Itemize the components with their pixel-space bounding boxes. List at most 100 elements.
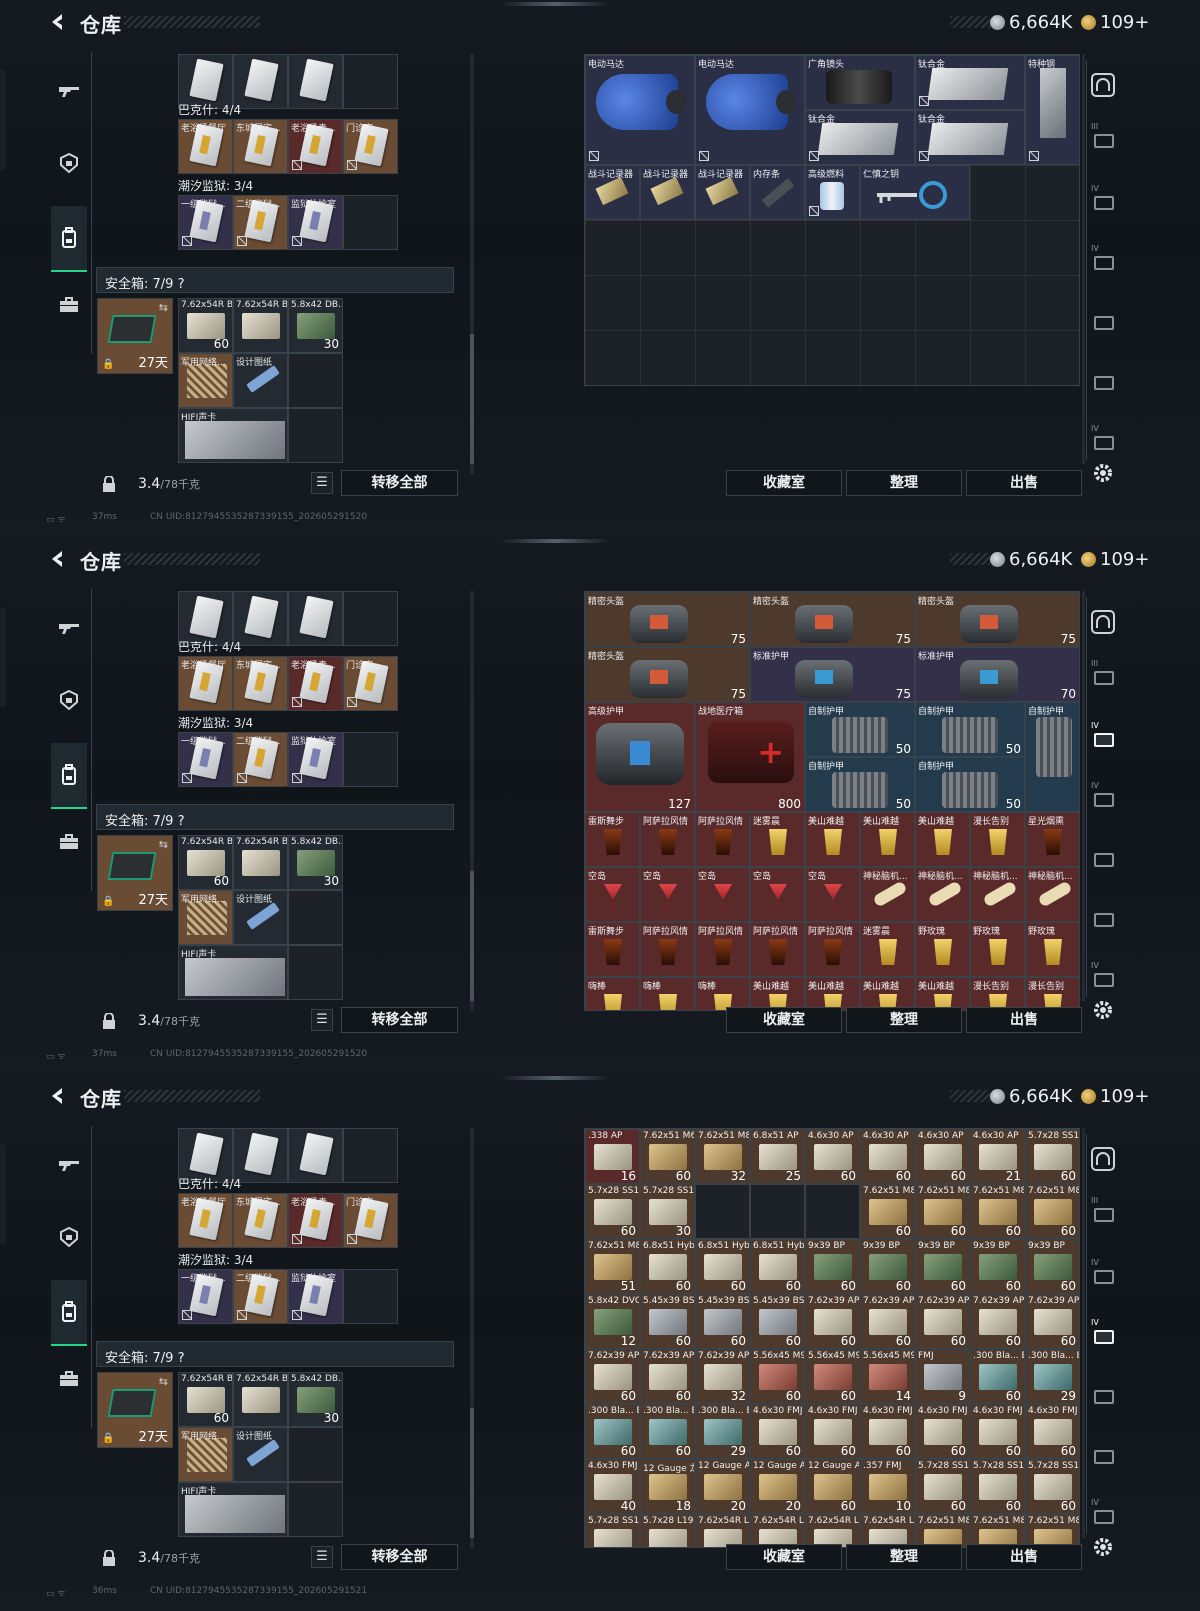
ammo-item[interactable]: 5.56x45 M99560 [750, 1349, 805, 1404]
backpack-nav-icon[interactable] [51, 1280, 87, 1346]
sound-card-cell[interactable]: HIFI声卡 [178, 945, 288, 1000]
stash-tab-5[interactable] [1091, 310, 1117, 336]
ammo-cell[interactable]: 7.62x54R B... [233, 835, 288, 890]
safe-box-item[interactable]: ⇆ 🔒 27天 [97, 1372, 173, 1448]
ammo-item[interactable]: 7.62x51 M80 [970, 1514, 1025, 1547]
stash-tab-5[interactable] [1091, 847, 1117, 873]
keycard-cell[interactable]: 一级监狱... [178, 1269, 233, 1324]
keycard-cell[interactable]: 东城展宅... [233, 656, 288, 711]
ammo-item[interactable]: 7.62x39 AP 60 [915, 1294, 970, 1349]
collection-room-button[interactable]: 收藏室 [726, 1007, 842, 1033]
drink-item[interactable]: 阿萨拉风情 [750, 922, 805, 977]
blueprint-cell[interactable]: 设计图纸 [233, 1427, 288, 1482]
ammo-cell[interactable]: 7.62x54R B...60 [178, 298, 233, 353]
drink-item[interactable]: 神秘脑机... [915, 867, 970, 922]
ammo-item[interactable]: 7.62x51 M6260 [640, 1129, 695, 1184]
drink-item[interactable]: 雷斯舞步 [585, 812, 640, 867]
vault-icon[interactable] [1090, 72, 1116, 98]
empty-cell[interactable] [343, 732, 398, 787]
ammo-item[interactable]: 7.62x51 M8060 [970, 1184, 1025, 1239]
ammo-item[interactable]: 9x39 BP 60 [860, 1239, 915, 1294]
ammo-item[interactable]: 5.7x28 SS19360 [970, 1459, 1025, 1514]
vault-icon[interactable] [1090, 609, 1116, 635]
ammo-item[interactable]: .300 Bla... BCP FMJ29 [695, 1404, 750, 1459]
stash-tab-6[interactable] [1091, 907, 1117, 933]
gold-balance[interactable]: 109+ [1100, 12, 1149, 33]
right-scrollbar[interactable] [1082, 54, 1085, 464]
keycard-cell[interactable]: 东城展宅... [233, 1193, 288, 1248]
drink-item[interactable]: 神秘脑机... [860, 867, 915, 922]
collection-room-button[interactable]: 收藏室 [726, 470, 842, 496]
safe-box-item[interactable]: ⇆ 🔒 27天 [97, 298, 173, 374]
drink-item[interactable]: 空岛 [805, 867, 860, 922]
sell-button[interactable]: 出售 [966, 1007, 1082, 1033]
ammo-item[interactable]: 12 Gauge AP-2020 [750, 1459, 805, 1514]
ammo-cell[interactable]: 5.8x42 DB... 30 [288, 298, 343, 353]
ammo-cell[interactable]: 7.62x54R B... [233, 1372, 288, 1427]
item-cell[interactable] [288, 591, 343, 646]
organize-button[interactable]: 整理 [846, 470, 962, 496]
ammo-cell[interactable]: 7.62x54R B...60 [178, 1372, 233, 1427]
keycard-cell[interactable]: 监狱体检室 [288, 732, 343, 787]
ammo-item[interactable]: 6.8x51 Hybrid60 [695, 1239, 750, 1294]
lens-item[interactable]: 广角镜头 [805, 55, 915, 110]
drink-item[interactable]: 美山难越 [805, 977, 860, 1010]
ammo-item[interactable]: 4.6x30 AP 21 [970, 1129, 1025, 1184]
stash-tab-4a[interactable]: IV [1091, 184, 1117, 216]
keycard-cell[interactable]: 二级监狱... [233, 195, 288, 250]
empty-cell[interactable] [343, 1128, 398, 1183]
vest-item[interactable]: 自制护甲 50 [805, 757, 915, 812]
stash-tab-7[interactable]: IV [1091, 1498, 1117, 1530]
item-cell[interactable] [233, 591, 288, 646]
back-arrow-icon[interactable] [48, 1086, 68, 1106]
helmet-item[interactable]: 精密头盔 75 [585, 592, 750, 647]
drink-item[interactable]: 野玫瑰 [1025, 922, 1079, 977]
motor-item[interactable]: 电动马达 [585, 55, 695, 165]
drink-item[interactable]: 漫长告别 [970, 977, 1025, 1010]
drink-item[interactable]: 美山难越 [805, 812, 860, 867]
settings-gear-icon[interactable] [1092, 999, 1114, 1021]
sell-button[interactable]: 出售 [966, 470, 1082, 496]
drink-item[interactable]: 嗨棒 [640, 977, 695, 1010]
empty-cell[interactable] [288, 408, 343, 463]
fuel-item[interactable]: 高级燃料 [805, 165, 860, 220]
helmet-nav-icon[interactable] [52, 683, 86, 717]
ammo-item[interactable]: 7.62x51 M8051 [585, 1239, 640, 1294]
ammo-item[interactable]: 5.8x42 DVC1212 [585, 1294, 640, 1349]
ammo-item[interactable]: 4.6x30 FMJ SX60 [805, 1404, 860, 1459]
stash-tab-6[interactable] [1091, 370, 1117, 396]
item-cell[interactable] [233, 54, 288, 109]
empty-cell[interactable] [288, 1482, 343, 1537]
network-item-cell[interactable]: 军用网络... [178, 353, 233, 408]
ammo-item[interactable]: 4.6x30 FMJ SX60 [970, 1404, 1025, 1459]
list-view-button[interactable]: ☰ [311, 472, 333, 494]
ammo-item[interactable]: FMJ 9 [915, 1349, 970, 1404]
drink-item[interactable]: 美山难越 [860, 977, 915, 1010]
ammo-item[interactable]: 4.6x30 AP 60 [915, 1129, 970, 1184]
ammo-item[interactable]: 7.62x51 M8060 [1025, 1184, 1079, 1239]
ammo-item[interactable]: 7.62x54R LPS [860, 1514, 915, 1547]
armor-item[interactable]: 标准护甲 70 [915, 647, 1079, 702]
ammo-item[interactable]: 12 Gauge AP-2020 [695, 1459, 750, 1514]
ammo-item[interactable]: 7.62x39 AP 60 [1025, 1294, 1079, 1349]
drink-item[interactable]: 雷斯舞步 [585, 922, 640, 977]
backpack-nav-icon[interactable] [51, 206, 87, 272]
gun-icon[interactable] [52, 74, 86, 108]
safe-box-item[interactable]: ⇆ 🔒 27天 [97, 835, 173, 911]
keycard-cell[interactable]: 老浴场贵... [288, 119, 343, 174]
ammo-item[interactable]: 4.6x30 FMJ SX60 [750, 1404, 805, 1459]
ammo-item[interactable]: 7.62x51 M80 [1025, 1514, 1079, 1547]
ammo-item[interactable]: 9x39 BP 60 [915, 1239, 970, 1294]
network-item-cell[interactable]: 军用网络... [178, 1427, 233, 1482]
ammo-item[interactable]: 4.6x30 FMJ SX60 [915, 1404, 970, 1459]
keycard-cell[interactable]: 老浴场贵... [288, 1193, 343, 1248]
stash-tab-3[interactable]: III [1091, 122, 1117, 154]
ammo-item[interactable]: 7.62x39 AP 60 [585, 1349, 640, 1404]
key-item[interactable]: 仁慎之钥 [860, 165, 970, 220]
list-view-button[interactable]: ☰ [311, 1009, 333, 1031]
drink-item[interactable]: 阿萨拉风情 [640, 812, 695, 867]
medkit-item[interactable]: 战地医疗箱800 [695, 702, 805, 812]
empty-cell[interactable] [343, 1269, 398, 1324]
helmet-item[interactable]: 精密头盔 75 [915, 592, 1079, 647]
briefcase-icon[interactable] [52, 825, 86, 859]
